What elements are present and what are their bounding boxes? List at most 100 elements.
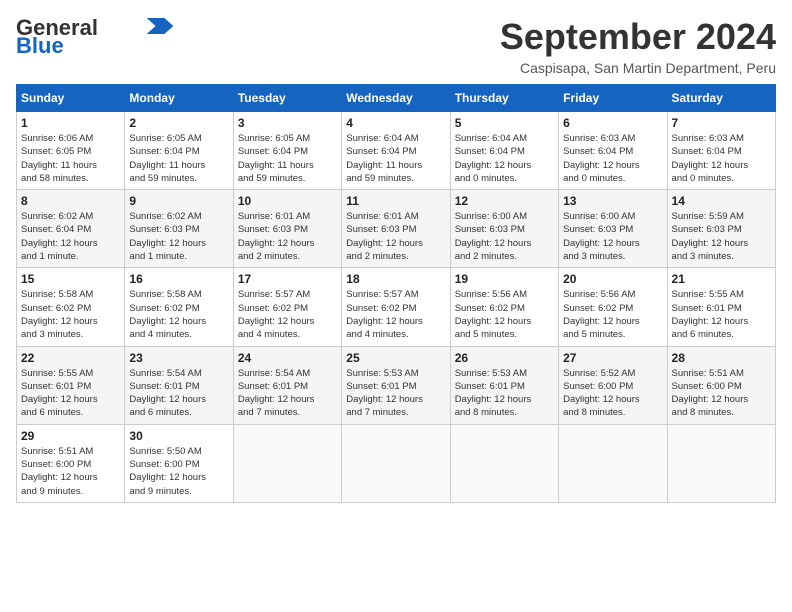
- day-info: Sunrise: 6:00 AMSunset: 6:03 PMDaylight:…: [455, 210, 554, 263]
- day-info: Sunrise: 6:01 AMSunset: 6:03 PMDaylight:…: [238, 210, 337, 263]
- day-info: Sunrise: 5:55 AMSunset: 6:01 PMDaylight:…: [21, 367, 120, 420]
- day-number: 16: [129, 272, 228, 286]
- day-number: 22: [21, 351, 120, 365]
- day-number: 23: [129, 351, 228, 365]
- calendar-cell: 23 Sunrise: 5:54 AMSunset: 6:01 PMDayligh…: [125, 346, 233, 424]
- calendar-week-1: 1Sunrise: 6:06 AMSunset: 6:05 PMDaylight…: [17, 112, 776, 190]
- calendar-cell: 4Sunrise: 6:04 AMSunset: 6:04 PMDaylight…: [342, 112, 450, 190]
- day-number: 21: [672, 272, 771, 286]
- day-number: 20: [563, 272, 662, 286]
- calendar-cell: 11Sunrise: 6:01 AMSunset: 6:03 PMDayligh…: [342, 190, 450, 268]
- calendar-table: SundayMondayTuesdayWednesdayThursdayFrid…: [16, 84, 776, 503]
- day-info: Sunrise: 5:58 AMSunset: 6:02 PMDaylight:…: [21, 288, 120, 341]
- calendar-cell: 2 Sunrise: 6:05 AMSunset: 6:04 PMDaylight…: [125, 112, 233, 190]
- calendar-cell: 17 Sunrise: 5:57 AMSunset: 6:02 PMDayligh…: [233, 268, 341, 346]
- day-number: 2: [129, 116, 228, 130]
- day-info: Sunrise: 6:02 AMSunset: 6:03 PMDaylight:…: [129, 210, 228, 263]
- calendar-week-2: 8 Sunrise: 6:02 AMSunset: 6:04 PMDaylight…: [17, 190, 776, 268]
- calendar-cell: 30Sunrise: 5:50 AMSunset: 6:00 PMDayligh…: [125, 424, 233, 502]
- calendar-cell: 16 Sunrise: 5:58 AMSunset: 6:02 PMDayligh…: [125, 268, 233, 346]
- calendar-cell: [342, 424, 450, 502]
- day-number: 4: [346, 116, 445, 130]
- calendar-cell: 25Sunrise: 5:53 AMSunset: 6:01 PMDayligh…: [342, 346, 450, 424]
- day-number: 25: [346, 351, 445, 365]
- day-number: 14: [672, 194, 771, 208]
- day-info: Sunrise: 5:56 AMSunset: 6:02 PMDaylight:…: [563, 288, 662, 341]
- calendar-cell: 14 Sunrise: 5:59 AMSunset: 6:03 PMDayligh…: [667, 190, 775, 268]
- weekday-header-friday: Friday: [559, 85, 667, 112]
- day-info: Sunrise: 6:00 AMSunset: 6:03 PMDaylight:…: [563, 210, 662, 263]
- day-number: 8: [21, 194, 120, 208]
- calendar-cell: 1Sunrise: 6:06 AMSunset: 6:05 PMDaylight…: [17, 112, 125, 190]
- calendar-cell: 10Sunrise: 6:01 AMSunset: 6:03 PMDayligh…: [233, 190, 341, 268]
- calendar-cell: 26 Sunrise: 5:53 AMSunset: 6:01 PMDayligh…: [450, 346, 558, 424]
- calendar-cell: 24Sunrise: 5:54 AMSunset: 6:01 PMDayligh…: [233, 346, 341, 424]
- calendar-cell: [667, 424, 775, 502]
- weekday-header-saturday: Saturday: [667, 85, 775, 112]
- day-number: 17: [238, 272, 337, 286]
- calendar-cell: 12 Sunrise: 6:00 AMSunset: 6:03 PMDayligh…: [450, 190, 558, 268]
- page-header: General Blue September 2024 Caspisapa, S…: [16, 16, 776, 76]
- calendar-week-4: 22 Sunrise: 5:55 AMSunset: 6:01 PMDayligh…: [17, 346, 776, 424]
- day-number: 3: [238, 116, 337, 130]
- day-number: 19: [455, 272, 554, 286]
- day-number: 18: [346, 272, 445, 286]
- day-info: Sunrise: 6:03 AMSunset: 6:04 PMDaylight:…: [563, 132, 662, 185]
- day-number: 26: [455, 351, 554, 365]
- calendar-cell: [559, 424, 667, 502]
- calendar-cell: 15 Sunrise: 5:58 AMSunset: 6:02 PMDayligh…: [17, 268, 125, 346]
- calendar-cell: 5Sunrise: 6:04 AMSunset: 6:04 PMDaylight…: [450, 112, 558, 190]
- logo-icon: [146, 18, 174, 34]
- calendar-cell: 9 Sunrise: 6:02 AMSunset: 6:03 PMDaylight…: [125, 190, 233, 268]
- calendar-header-row: SundayMondayTuesdayWednesdayThursdayFrid…: [17, 85, 776, 112]
- day-info: Sunrise: 5:55 AMSunset: 6:01 PMDaylight:…: [672, 288, 771, 341]
- day-info: Sunrise: 5:57 AMSunset: 6:02 PMDaylight:…: [238, 288, 337, 341]
- weekday-header-sunday: Sunday: [17, 85, 125, 112]
- day-info: Sunrise: 6:05 AMSunset: 6:04 PMDaylight:…: [238, 132, 337, 185]
- weekday-header-wednesday: Wednesday: [342, 85, 450, 112]
- calendar-cell: 27 Sunrise: 5:52 AMSunset: 6:00 PMDayligh…: [559, 346, 667, 424]
- day-info: Sunrise: 6:02 AMSunset: 6:04 PMDaylight:…: [21, 210, 120, 263]
- day-info: Sunrise: 5:54 AMSunset: 6:01 PMDaylight:…: [129, 367, 228, 420]
- day-number: 29: [21, 429, 120, 443]
- day-number: 12: [455, 194, 554, 208]
- day-info: Sunrise: 5:58 AMSunset: 6:02 PMDaylight:…: [129, 288, 228, 341]
- day-info: Sunrise: 6:06 AMSunset: 6:05 PMDaylight:…: [21, 132, 120, 185]
- logo: General Blue: [16, 16, 174, 58]
- day-info: Sunrise: 6:03 AMSunset: 6:04 PMDaylight:…: [672, 132, 771, 185]
- calendar-cell: 28Sunrise: 5:51 AMSunset: 6:00 PMDayligh…: [667, 346, 775, 424]
- day-number: 6: [563, 116, 662, 130]
- day-info: Sunrise: 5:59 AMSunset: 6:03 PMDaylight:…: [672, 210, 771, 263]
- day-number: 7: [672, 116, 771, 130]
- calendar-cell: 7 Sunrise: 6:03 AMSunset: 6:04 PMDaylight…: [667, 112, 775, 190]
- calendar-cell: 22 Sunrise: 5:55 AMSunset: 6:01 PMDayligh…: [17, 346, 125, 424]
- month-title: September 2024: [500, 16, 776, 58]
- day-number: 9: [129, 194, 228, 208]
- title-block: September 2024 Caspisapa, San Martin Dep…: [500, 16, 776, 76]
- day-info: Sunrise: 5:56 AMSunset: 6:02 PMDaylight:…: [455, 288, 554, 341]
- day-info: Sunrise: 6:04 AMSunset: 6:04 PMDaylight:…: [455, 132, 554, 185]
- calendar-cell: 3 Sunrise: 6:05 AMSunset: 6:04 PMDaylight…: [233, 112, 341, 190]
- day-info: Sunrise: 6:05 AMSunset: 6:04 PMDaylight:…: [129, 132, 228, 185]
- day-number: 27: [563, 351, 662, 365]
- day-number: 24: [238, 351, 337, 365]
- day-info: Sunrise: 5:57 AMSunset: 6:02 PMDaylight:…: [346, 288, 445, 341]
- calendar-week-5: 29Sunrise: 5:51 AMSunset: 6:00 PMDayligh…: [17, 424, 776, 502]
- calendar-cell: 29Sunrise: 5:51 AMSunset: 6:00 PMDayligh…: [17, 424, 125, 502]
- day-number: 28: [672, 351, 771, 365]
- weekday-header-thursday: Thursday: [450, 85, 558, 112]
- day-number: 11: [346, 194, 445, 208]
- calendar-cell: 19 Sunrise: 5:56 AMSunset: 6:02 PMDayligh…: [450, 268, 558, 346]
- day-info: Sunrise: 5:52 AMSunset: 6:00 PMDaylight:…: [563, 367, 662, 420]
- logo-blue: Blue: [16, 34, 64, 58]
- calendar-cell: [450, 424, 558, 502]
- calendar-cell: 6 Sunrise: 6:03 AMSunset: 6:04 PMDaylight…: [559, 112, 667, 190]
- location-subtitle: Caspisapa, San Martin Department, Peru: [500, 60, 776, 76]
- day-number: 15: [21, 272, 120, 286]
- weekday-header-tuesday: Tuesday: [233, 85, 341, 112]
- calendar-cell: 21 Sunrise: 5:55 AMSunset: 6:01 PMDayligh…: [667, 268, 775, 346]
- weekday-header-monday: Monday: [125, 85, 233, 112]
- day-info: Sunrise: 5:50 AMSunset: 6:00 PMDaylight:…: [129, 445, 228, 498]
- calendar-cell: 13Sunrise: 6:00 AMSunset: 6:03 PMDayligh…: [559, 190, 667, 268]
- day-info: Sunrise: 5:53 AMSunset: 6:01 PMDaylight:…: [455, 367, 554, 420]
